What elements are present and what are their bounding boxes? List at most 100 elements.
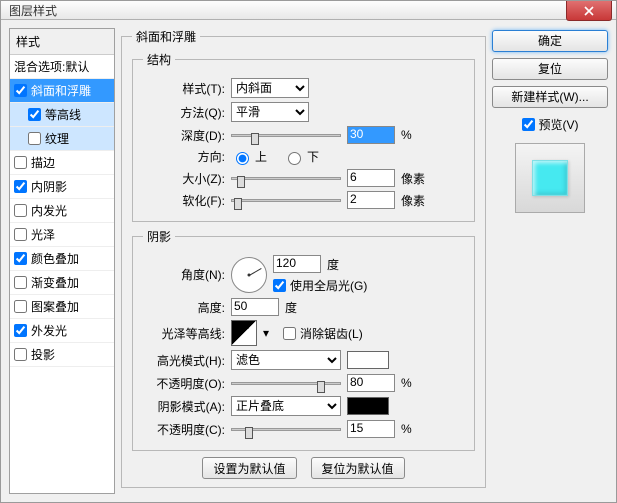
style-item-9[interactable]: 图案叠加: [10, 295, 114, 319]
style-label: 样式(T):: [143, 80, 225, 97]
style-item-8[interactable]: 渐变叠加: [10, 271, 114, 295]
style-item-4[interactable]: 内阴影: [10, 175, 114, 199]
style-item-label: 颜色叠加: [31, 250, 79, 267]
shadow-groupbox: 阴影 角度(N): 120 度 使用全局光(G): [132, 228, 475, 451]
size-field[interactable]: 6: [347, 169, 395, 187]
style-item-checkbox[interactable]: [14, 348, 27, 361]
style-item-checkbox[interactable]: [14, 228, 27, 241]
style-item-2[interactable]: 纹理: [10, 127, 114, 151]
angle-field[interactable]: 120: [273, 255, 321, 273]
use-global-light-checkbox[interactable]: 使用全局光(G): [273, 277, 367, 294]
angle-unit: 度: [327, 256, 339, 273]
soften-slider[interactable]: [231, 191, 341, 209]
style-item-checkbox[interactable]: [14, 252, 27, 265]
style-item-11[interactable]: 投影: [10, 343, 114, 367]
depth-label: 深度(D):: [143, 127, 225, 144]
depth-slider[interactable]: [231, 126, 341, 144]
new-style-button[interactable]: 新建样式(W)...: [492, 86, 608, 108]
style-item-label: 内发光: [31, 202, 67, 219]
blend-options-item[interactable]: 混合选项:默认: [10, 55, 114, 79]
highlight-mode-select[interactable]: 滤色: [231, 350, 341, 370]
style-item-label: 描边: [31, 154, 55, 171]
ok-button[interactable]: 确定: [492, 30, 608, 52]
style-item-checkbox[interactable]: [14, 204, 27, 217]
style-item-0[interactable]: 斜面和浮雕: [10, 79, 114, 103]
mid-panel: 斜面和浮雕 结构 样式(T): 内斜面 方法(Q): 平滑 深度(D): 30: [121, 28, 486, 494]
style-select[interactable]: 内斜面: [231, 78, 309, 98]
shadow-mode-select[interactable]: 正片叠底: [231, 396, 341, 416]
style-item-1[interactable]: 等高线: [10, 103, 114, 127]
method-select[interactable]: 平滑: [231, 102, 309, 122]
styles-listbox: 样式 混合选项:默认 斜面和浮雕等高线纹理描边内阴影内发光光泽颜色叠加渐变叠加图…: [9, 28, 115, 494]
structure-groupbox: 结构 样式(T): 内斜面 方法(Q): 平滑 深度(D): 30 %: [132, 51, 475, 222]
preview-checkbox[interactable]: 预览(V): [492, 116, 608, 133]
style-item-label: 投影: [31, 346, 55, 363]
pct-unit-2: %: [401, 422, 412, 436]
style-item-checkbox[interactable]: [14, 300, 27, 313]
chevron-down-icon[interactable]: ▾: [263, 326, 269, 340]
structure-legend: 结构: [143, 51, 175, 68]
soften-label: 软化(F):: [143, 192, 225, 209]
close-button[interactable]: [566, 1, 612, 21]
angle-dial[interactable]: [231, 257, 267, 293]
make-default-button[interactable]: 设置为默认值: [202, 457, 296, 479]
soften-field[interactable]: 2: [347, 191, 395, 209]
method-label: 方法(Q):: [143, 104, 225, 121]
dialog-body: 样式 混合选项:默认 斜面和浮雕等高线纹理描边内阴影内发光光泽颜色叠加渐变叠加图…: [1, 20, 616, 502]
right-panel: 确定 复位 新建样式(W)... 预览(V): [492, 28, 608, 494]
close-icon: [584, 6, 594, 16]
style-item-checkbox[interactable]: [14, 180, 27, 193]
style-item-checkbox[interactable]: [14, 324, 27, 337]
antialias-checkbox[interactable]: 消除锯齿(L): [283, 325, 363, 342]
titlebar: 图层样式: [1, 1, 616, 20]
preview-box: [515, 143, 585, 213]
style-item-label: 光泽: [31, 226, 55, 243]
reset-button[interactable]: 复位: [492, 58, 608, 80]
style-item-label: 内阴影: [31, 178, 67, 195]
size-label: 大小(Z):: [143, 170, 225, 187]
shadow-opacity-field[interactable]: 15: [347, 420, 395, 438]
style-item-7[interactable]: 颜色叠加: [10, 247, 114, 271]
down-radio-input[interactable]: [288, 152, 301, 165]
altitude-label: 高度:: [143, 299, 225, 316]
style-item-checkbox[interactable]: [28, 108, 41, 121]
depth-field[interactable]: 30: [347, 126, 395, 144]
style-item-checkbox[interactable]: [14, 156, 27, 169]
style-item-3[interactable]: 描边: [10, 151, 114, 175]
style-item-label: 纹理: [45, 130, 69, 147]
up-radio-input[interactable]: [236, 152, 249, 165]
shadow-legend: 阴影: [143, 228, 175, 245]
direction-up-radio[interactable]: 上: [231, 148, 267, 165]
style-item-label: 外发光: [31, 322, 67, 339]
style-item-checkbox[interactable]: [28, 132, 41, 145]
reset-default-button[interactable]: 复位为默认值: [311, 457, 405, 479]
shadow-color-swatch[interactable]: [347, 397, 389, 415]
style-item-6[interactable]: 光泽: [10, 223, 114, 247]
style-item-10[interactable]: 外发光: [10, 319, 114, 343]
style-item-checkbox[interactable]: [14, 276, 27, 289]
shadow-opacity-slider[interactable]: [231, 420, 341, 438]
style-item-label: 斜面和浮雕: [31, 82, 91, 99]
size-slider[interactable]: [231, 169, 341, 187]
altitude-field[interactable]: 50: [231, 298, 279, 316]
pct-unit: %: [401, 376, 412, 390]
altitude-unit: 度: [285, 299, 297, 316]
style-item-label: 等高线: [45, 106, 81, 123]
angle-label: 角度(N):: [143, 266, 225, 283]
highlight-opacity-field[interactable]: 80: [347, 374, 395, 392]
direction-down-radio[interactable]: 下: [283, 148, 319, 165]
highlight-color-swatch[interactable]: [347, 351, 389, 369]
highlight-opacity-label: 不透明度(O):: [143, 375, 225, 392]
window-title: 图层样式: [9, 2, 57, 19]
shadow-opacity-label: 不透明度(C):: [143, 421, 225, 438]
highlight-opacity-slider[interactable]: [231, 374, 341, 392]
layer-style-dialog: 图层样式 样式 混合选项:默认 斜面和浮雕等高线纹理描边内阴影内发光光泽颜色叠加…: [0, 0, 617, 503]
style-item-label: 渐变叠加: [31, 274, 79, 291]
styles-header: 样式: [10, 29, 114, 55]
gloss-contour-picker[interactable]: [231, 320, 257, 346]
style-item-label: 图案叠加: [31, 298, 79, 315]
style-item-checkbox[interactable]: [14, 84, 27, 97]
depth-unit: %: [401, 128, 412, 142]
style-item-5[interactable]: 内发光: [10, 199, 114, 223]
preview-swatch: [532, 160, 568, 196]
